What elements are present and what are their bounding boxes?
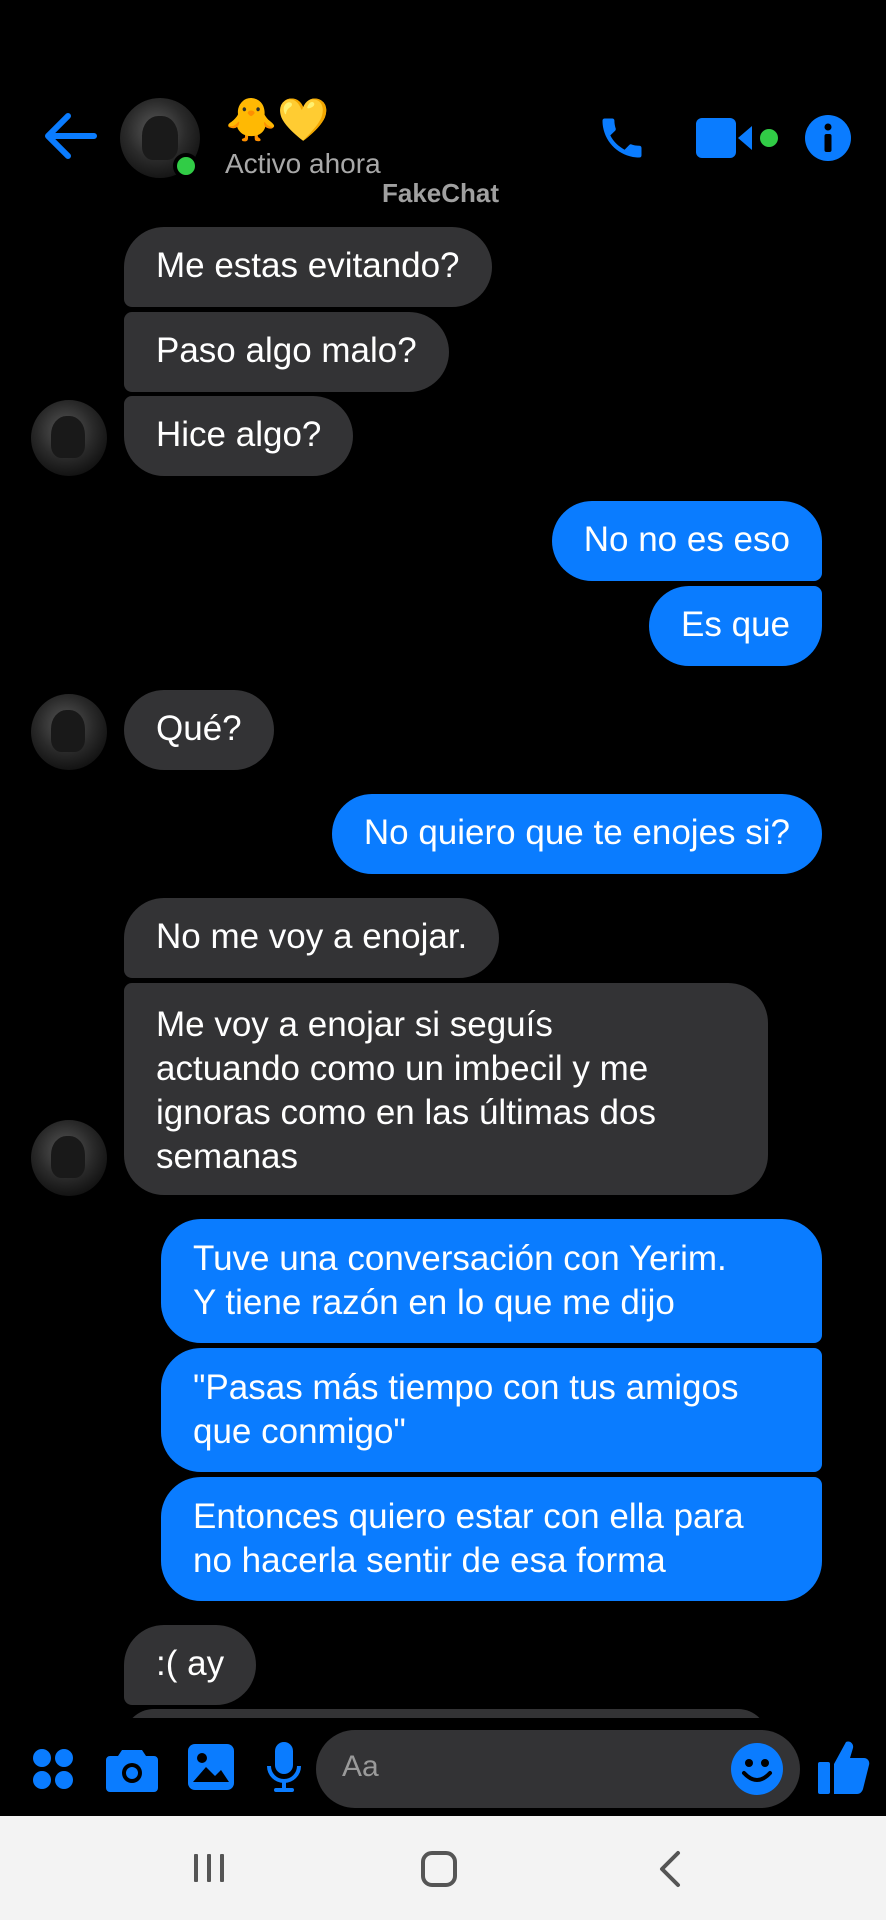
- thumbs-up-icon[interactable]: [818, 1738, 870, 1801]
- message-outgoing[interactable]: Entonces quiero estar con ella para no h…: [161, 1477, 822, 1601]
- microphone-icon[interactable]: [266, 1742, 302, 1799]
- message-incoming[interactable]: Qué?: [124, 690, 274, 770]
- online-indicator: [173, 153, 199, 179]
- gallery-icon[interactable]: [188, 1744, 234, 1795]
- contact-avatar-small: [31, 1120, 107, 1196]
- message-incoming[interactable]: Paso algo malo?: [124, 312, 449, 392]
- message-incoming[interactable]: Me estas evitando?: [124, 227, 492, 307]
- message-outgoing[interactable]: No no es eso: [551, 501, 822, 581]
- message-incoming[interactable]: No me voy a enojar.: [124, 898, 500, 978]
- home-icon[interactable]: [420, 1850, 458, 1893]
- message-input[interactable]: [316, 1730, 800, 1808]
- message-input-placeholder: Aa: [342, 1750, 379, 1783]
- back-icon[interactable]: [656, 1850, 684, 1893]
- apps-icon[interactable]: [32, 1748, 74, 1795]
- message-incoming[interactable]: Hice algo?: [124, 396, 354, 476]
- contact-name[interactable]: 🐥💛: [225, 98, 330, 142]
- recent-apps-icon[interactable]: [192, 1852, 226, 1889]
- info-icon[interactable]: [804, 114, 852, 167]
- active-status: Activo ahora: [225, 148, 381, 179]
- message-incoming[interactable]: Me voy a enojar si seguís actuando como …: [124, 983, 768, 1195]
- phone-icon[interactable]: [596, 110, 648, 171]
- message-outgoing[interactable]: "Pasas más tiempo con tus amigos que con…: [161, 1348, 822, 1472]
- message-outgoing[interactable]: No quiero que te enojes si?: [331, 794, 822, 874]
- message-incoming[interactable]: :( ay: [124, 1625, 257, 1705]
- contact-avatar-small: [31, 400, 107, 476]
- emoji-icon[interactable]: [730, 1742, 784, 1801]
- message-outgoing[interactable]: Es que: [649, 586, 822, 666]
- message-outgoing[interactable]: Tuve una conversación con Yerim. Y tiene…: [161, 1219, 822, 1343]
- contact-avatar-small: [31, 694, 107, 770]
- back-arrow-icon[interactable]: [40, 110, 100, 160]
- camera-icon[interactable]: [106, 1746, 158, 1797]
- video-camera-icon[interactable]: [696, 116, 784, 165]
- watermark: FakeChat: [382, 178, 500, 208]
